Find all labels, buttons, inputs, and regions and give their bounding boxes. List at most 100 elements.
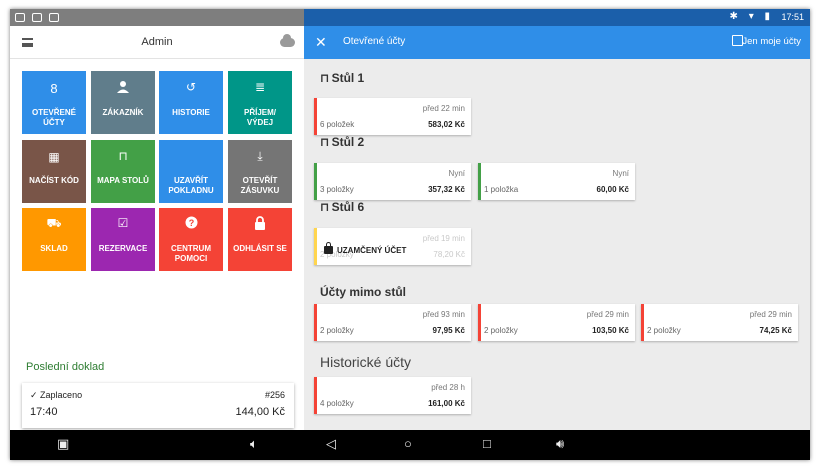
section-table-2: ⊓ Stůl 2 xyxy=(320,135,365,149)
locked-account-card[interactable]: před 19 min 2 položky 78,20 Kč UZAMČENÝ … xyxy=(314,228,471,265)
right-header: ✕ Otevřené účty Jen moje účty xyxy=(304,26,810,59)
card-items: 1 položka xyxy=(484,185,519,194)
tile-label: Sklad xyxy=(40,244,68,253)
section-table-1: ⊓ Stůl 1 xyxy=(320,71,365,85)
cloud-sync-icon[interactable] xyxy=(280,34,295,47)
lock-icon xyxy=(228,216,292,233)
age-indicator xyxy=(641,304,644,341)
tile-label: Rezervace xyxy=(98,244,148,253)
card-amount: 357,32 Kč xyxy=(428,185,465,194)
volume-up-icon[interactable]: 🔊︎ xyxy=(556,436,564,452)
volume-down-icon[interactable]: 🔈︎ xyxy=(250,436,258,452)
last-document-heading: Poslední doklad xyxy=(26,361,105,373)
tile-history[interactable]: ↺ Historie xyxy=(159,71,223,134)
left-header: Admin xyxy=(10,26,304,59)
card-items: 2 položky xyxy=(484,326,518,335)
paid-status: ✓ Zaplaceno xyxy=(30,390,83,400)
tile-scan-code[interactable]: ▦ Načíst kód xyxy=(22,140,86,203)
recents-icon[interactable]: □ xyxy=(483,436,491,451)
home-icon[interactable]: ○ xyxy=(404,436,412,451)
person-icon xyxy=(91,80,155,97)
screen-icon xyxy=(32,13,42,22)
tile-reservations[interactable]: ☑ Rezervace xyxy=(91,208,155,271)
status-bar-right: ✱ ▾ ▮ 17:51 xyxy=(304,9,810,26)
card-age: před 28 h xyxy=(431,383,465,392)
card-age: před 19 min xyxy=(422,234,465,243)
tile-logout[interactable]: Odhlásit se xyxy=(228,208,292,271)
tile-label: Mapa stolů xyxy=(97,176,149,185)
lock-icon xyxy=(324,242,333,254)
section-historic: Historické účty xyxy=(320,354,412,370)
account-card[interactable]: před 29 min 2 položky 103,50 Kč xyxy=(478,304,635,341)
tile-close-register[interactable]: Uzavřít pokladnu xyxy=(159,140,223,203)
open-accounts-list: ⊓ Stůl 1 před 22 min 6 položek 583,02 Kč … xyxy=(304,59,810,430)
card-amount: 78,20 Kč xyxy=(433,250,465,259)
navigation-bar: ▣ 🔈︎ ◁ ○ □ 🔊︎ xyxy=(10,430,810,460)
open-count: 8 xyxy=(50,81,58,96)
notification-icon xyxy=(15,13,25,22)
section-no-table: Účty mimo stůl xyxy=(320,285,407,299)
age-indicator xyxy=(314,304,317,341)
age-indicator xyxy=(314,98,317,135)
tile-label: Centrum pomoci xyxy=(171,244,211,263)
last-document-card[interactable]: ✓ Zaplaceno #256 17:40 144,00 Kč xyxy=(22,383,294,428)
only-mine-label[interactable]: Jen moje účty xyxy=(742,36,801,47)
tile-table-map[interactable]: ⊓ Mapa stolů xyxy=(91,140,155,203)
account-card[interactable]: před 28 h 4 položky 161,00 Kč xyxy=(314,377,471,414)
card-amount: 583,02 Kč xyxy=(428,120,465,129)
tile-label: Uzavřít pokladnu xyxy=(168,176,214,195)
tile-open-drawer[interactable]: ⤓ Otevřít zásuvku xyxy=(228,140,292,203)
account-card[interactable]: Nyní 1 položka 60,00 Kč xyxy=(478,163,635,200)
tile-help-center[interactable]: ? Centrum pomoci xyxy=(159,208,223,271)
back-icon[interactable]: ◁ xyxy=(326,436,336,452)
card-items: 2 položky xyxy=(647,326,681,335)
document-number: #256 xyxy=(264,390,285,400)
tile-label: Zákazník xyxy=(102,108,144,117)
tile-income-expense[interactable]: ≣ Příjem/ výdej xyxy=(228,71,292,134)
tile-label: Načíst kód xyxy=(29,176,79,185)
card-items: 2 položky xyxy=(320,326,354,335)
status-bar-left xyxy=(10,9,304,26)
tile-warehouse[interactable]: ⛟ Sklad xyxy=(22,208,86,271)
table-icon: ⊓ xyxy=(320,200,330,214)
age-indicator xyxy=(478,304,481,341)
tile-label: Odhlásit se xyxy=(233,244,287,253)
coins-icon: ≣ xyxy=(254,80,266,94)
account-card[interactable]: před 22 min 6 položek 583,02 Kč xyxy=(314,98,471,135)
notification-icon xyxy=(49,13,59,22)
age-indicator xyxy=(314,377,317,414)
forklift-icon: ⛟ xyxy=(46,216,62,230)
only-mine-checkbox[interactable] xyxy=(732,35,743,46)
card-age: před 22 min xyxy=(422,104,465,113)
download-icon: ⤓ xyxy=(257,149,263,163)
help-icon: ? xyxy=(159,216,223,232)
card-age: před 93 min xyxy=(422,310,465,319)
age-indicator xyxy=(478,163,481,200)
account-card[interactable]: Nyní 3 položky 357,32 Kč xyxy=(314,163,471,200)
history-icon: ↺ xyxy=(185,80,197,94)
tile-open-accounts[interactable]: 8 Otevřené účty xyxy=(22,71,86,134)
qr-icon: ▦ xyxy=(48,150,60,164)
table-icon: ⊓ xyxy=(320,71,330,85)
document-amount: 144,00 Kč xyxy=(235,406,285,418)
panel-title: Otevřené účty xyxy=(343,36,406,47)
card-amount: 97,95 Kč xyxy=(432,326,465,335)
tile-label: Historie xyxy=(172,108,210,117)
screenshot-icon[interactable]: ▣ xyxy=(57,436,69,452)
tile-label: Otevřené účty xyxy=(31,108,76,127)
card-items: 6 položek xyxy=(320,120,355,129)
locked-account-label: UZAMČENÝ ÚČET xyxy=(324,242,406,255)
card-amount: 60,00 Kč xyxy=(596,185,629,194)
tile-customer[interactable]: Zákazník xyxy=(91,71,155,134)
age-indicator xyxy=(314,163,317,200)
check-icon: ✓ xyxy=(30,390,41,400)
age-indicator xyxy=(314,228,317,265)
card-items: 3 položky xyxy=(320,185,354,194)
card-amount: 103,50 Kč xyxy=(592,326,629,335)
table-icon: ⊓ xyxy=(320,135,330,149)
account-card[interactable]: před 29 min 2 položky 74,25 Kč xyxy=(641,304,798,341)
card-amount: 74,25 Kč xyxy=(759,326,792,335)
account-card[interactable]: před 93 min 2 položky 97,95 Kč xyxy=(314,304,471,341)
section-table-6: ⊓ Stůl 6 xyxy=(320,200,365,214)
close-icon[interactable]: ✕ xyxy=(315,34,327,51)
